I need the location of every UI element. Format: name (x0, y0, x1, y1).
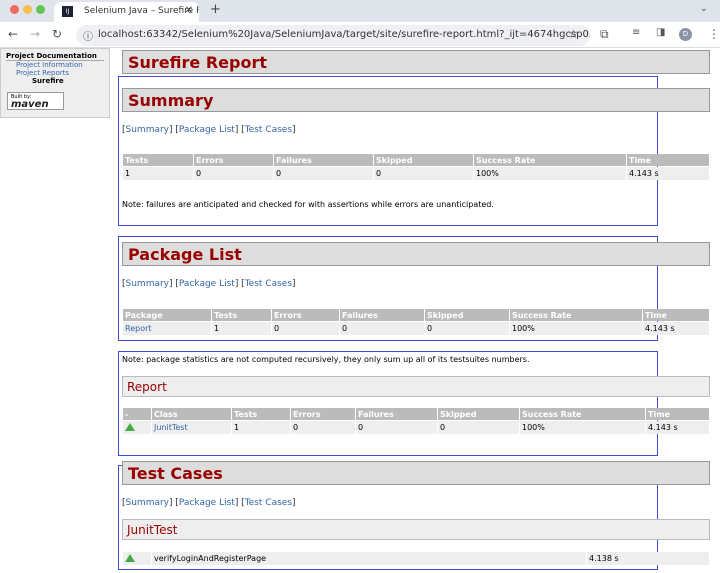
summary-table: Tests Errors Failures Skipped Success Rate Ti… (122, 153, 710, 181)
table-row: JunitTest 1 0 0 0 100% 4.143 s (123, 421, 709, 434)
reload-button[interactable]: ↻ (52, 27, 62, 41)
summary-link[interactable]: Summary (126, 279, 170, 289)
built-by-maven-logo[interactable]: Built by: maven (7, 92, 64, 110)
sidebar-title: Project Documentation (6, 52, 104, 61)
test-cases-table: verifyLoginAndRegisterPage 4.138 s (122, 551, 710, 566)
highlight-box (118, 351, 658, 456)
close-tab-icon[interactable]: ✕ (185, 5, 193, 16)
success-icon (125, 553, 135, 562)
package-link[interactable]: Report (125, 324, 152, 333)
summary-link[interactable]: Summary (126, 125, 170, 135)
test-cases-link[interactable]: Test Cases (245, 125, 292, 135)
table-row: 1 0 0 0 100% 4.143 s (123, 167, 709, 180)
test-cases-link[interactable]: Test Cases (245, 498, 292, 508)
section-links: [Summary] [Package List] [Test Cases] (122, 125, 296, 135)
side-panel-icon[interactable]: ◨ (656, 27, 665, 38)
test-cases-link[interactable]: Test Cases (245, 279, 292, 289)
new-tab-button[interactable]: + (210, 2, 221, 17)
page-title: Surefire Report (122, 50, 710, 74)
forward-button[interactable]: → (30, 27, 40, 41)
profile-avatar[interactable]: D (679, 28, 692, 41)
intellij-icon: IJ (62, 6, 73, 17)
test-class-heading: JunitTest (122, 519, 710, 540)
sidebar-item-surefire: Surefire (32, 77, 64, 85)
section-links: [Summary] [Package List] [Test Cases] (122, 279, 296, 289)
url-input[interactable]: ⓘ localhost:63342/Selenium%20Java/Seleniu… (76, 25, 590, 46)
package-list-link[interactable]: Package List (179, 279, 235, 289)
back-button[interactable]: ← (8, 27, 18, 41)
browser-tab[interactable]: IJSelenium Java – Surefire Report✕ (54, 2, 199, 22)
tab-search-button[interactable]: ⌄ (700, 4, 708, 14)
close-window-button[interactable] (10, 5, 19, 14)
info-icon: ⓘ (83, 32, 93, 43)
package-list-heading: Package List (122, 242, 710, 266)
package-note: Note: package statistics are not compute… (122, 355, 530, 364)
class-link[interactable]: JunitTest (154, 423, 188, 432)
summary-link[interactable]: Summary (126, 498, 170, 508)
menu-icon[interactable]: ⋮ (708, 27, 720, 41)
summary-heading: Summary (122, 88, 710, 112)
package-table: Package Tests Errors Failures Skipped Success… (122, 308, 710, 336)
table-row: Report 1 0 0 0 100% 4.143 s (123, 322, 709, 335)
summary-note: Note: failures are anticipated and check… (122, 200, 494, 209)
package-list-link[interactable]: Package List (179, 125, 235, 135)
tab-bar: IJSelenium Java – Surefire Report✕ + ⌄ (0, 0, 720, 22)
sidebar-item-project-reports[interactable]: Project Reports (6, 69, 104, 77)
section-links: [Summary] [Package List] [Test Cases] (122, 498, 296, 508)
maximize-window-button[interactable] (36, 5, 45, 14)
table-row: verifyLoginAndRegisterPage 4.138 s (123, 552, 709, 565)
extensions-icon[interactable]: ⧉ (600, 27, 609, 42)
reading-list-icon[interactable]: ≡ (632, 27, 640, 38)
address-toolbar: ← → ↻ ⓘ localhost:63342/Selenium%20Java/S… (0, 22, 720, 48)
sidebar: Project Documentation Project Informatio… (0, 48, 110, 118)
sidebar-item-project-information[interactable]: Project Information (6, 61, 104, 69)
test-cases-heading: Test Cases (122, 461, 710, 485)
class-table: - Class Tests Errors Failures Skipped Success … (122, 407, 710, 435)
report-package-heading: Report (122, 376, 710, 397)
bookmark-star-icon[interactable]: ☆ (568, 27, 579, 41)
package-list-link[interactable]: Package List (179, 498, 235, 508)
success-icon (125, 422, 135, 431)
minimize-window-button[interactable] (23, 5, 32, 14)
